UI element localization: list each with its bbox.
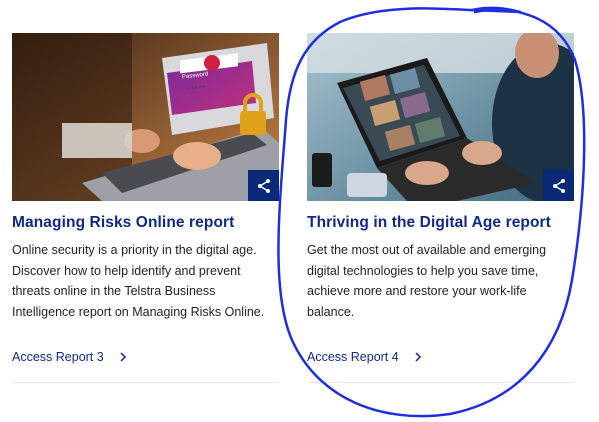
link-label: Access Report 4 xyxy=(307,350,399,364)
share-icon xyxy=(552,178,565,193)
card-title[interactable]: Managing Risks Online report xyxy=(12,213,279,233)
card-description: Get the most out of available and emergi… xyxy=(307,243,547,319)
divider xyxy=(307,382,574,383)
card-image-security: Password ***** xyxy=(12,33,279,201)
share-button[interactable] xyxy=(248,170,279,201)
share-icon xyxy=(257,178,270,193)
report-card-digital-age: Thriving in the Digital Age report Get t… xyxy=(307,33,574,383)
chevron-right-icon xyxy=(415,352,421,362)
chevron-right-icon xyxy=(120,352,126,362)
card-description: Online security is a priority in the dig… xyxy=(12,243,265,319)
card-title[interactable]: Thriving in the Digital Age report xyxy=(307,213,574,233)
access-report-4-link[interactable]: Access Report 4 xyxy=(307,350,423,364)
divider xyxy=(12,382,279,383)
link-label: Access Report 3 xyxy=(12,350,104,364)
report-card-managing-risks: Password ***** Managing Risks Online rep… xyxy=(12,33,279,383)
share-button[interactable] xyxy=(543,170,574,201)
card-image-video-call xyxy=(307,33,574,201)
access-report-3-link[interactable]: Access Report 3 xyxy=(12,350,128,364)
